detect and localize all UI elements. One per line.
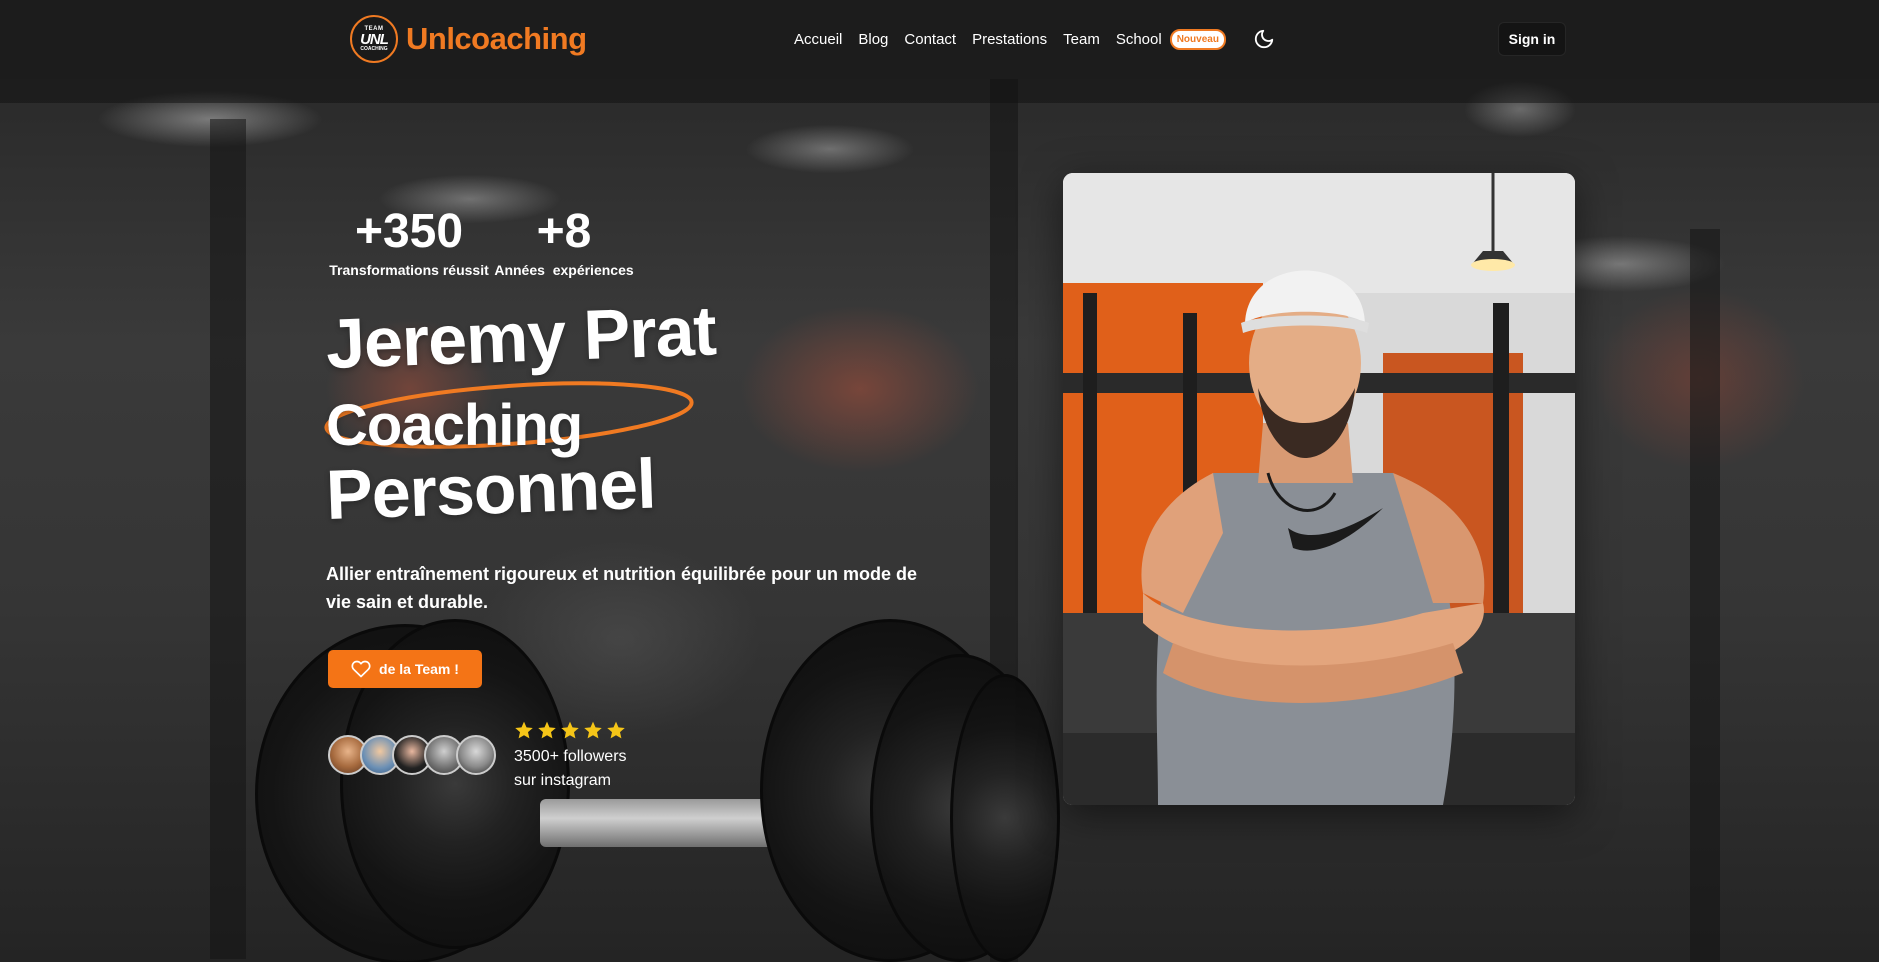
nav-school[interactable]: School bbox=[1116, 31, 1162, 48]
sign-in-button[interactable]: Sign in bbox=[1498, 22, 1566, 56]
navbar: TEAM UNL COACHING Unlcoaching Accueil Bl… bbox=[0, 0, 1879, 79]
logo-link[interactable]: TEAM UNL COACHING Unlcoaching bbox=[350, 14, 587, 64]
heart-icon bbox=[351, 660, 371, 678]
logo-badge-line-2: UNL bbox=[360, 31, 389, 48]
nav-contact[interactable]: Contact bbox=[904, 31, 956, 48]
nav-accueil[interactable]: Accueil bbox=[794, 31, 842, 48]
background-beam bbox=[0, 79, 1879, 103]
moon-icon bbox=[1254, 29, 1274, 49]
hero-title-line-1: Jeremy Prat bbox=[324, 291, 717, 383]
coach-photo-illustration bbox=[1063, 173, 1575, 805]
stat-label: Années expériences bbox=[494, 262, 634, 278]
nav-prestations[interactable]: Prestations bbox=[972, 31, 1047, 48]
logo-badge: TEAM UNL COACHING bbox=[350, 15, 398, 63]
join-team-button[interactable]: de la Team ! bbox=[328, 650, 482, 688]
hero-subtitle: Allier entraînement rigoureux et nutriti… bbox=[326, 564, 918, 612]
followers-text: 3500+ followers sur instagram bbox=[514, 745, 627, 793]
star-icon bbox=[607, 721, 625, 739]
nav-team[interactable]: Team bbox=[1063, 31, 1100, 48]
background-pillar bbox=[1690, 229, 1720, 962]
coach-photo bbox=[1063, 173, 1575, 805]
star-icon bbox=[538, 721, 556, 739]
stat-transformations: +350 Transformations réussit bbox=[326, 205, 492, 279]
logo-badge-line-3: COACHING bbox=[360, 46, 388, 52]
nav-school-group: School Nouveau bbox=[1116, 28, 1226, 50]
theme-toggle-button[interactable] bbox=[1252, 27, 1276, 51]
join-team-label: de la Team ! bbox=[379, 661, 459, 677]
star-icon bbox=[515, 721, 533, 739]
stat-value: +350 bbox=[354, 205, 464, 258]
star-icon bbox=[584, 721, 602, 739]
follower-avatars bbox=[328, 735, 496, 775]
main-nav: Accueil Blog Contact Prestations Team Sc… bbox=[794, 25, 1226, 53]
nouveau-badge: Nouveau bbox=[1169, 28, 1226, 50]
stat-experience: +8 Années expériences bbox=[494, 205, 634, 279]
brand-name: Unlcoaching bbox=[406, 21, 587, 56]
background-pillar bbox=[210, 119, 246, 959]
stat-label: Transformations réussit bbox=[329, 262, 489, 278]
hero-title-line-3: Personnel bbox=[324, 444, 657, 534]
hero-background bbox=[0, 79, 1879, 962]
followers-platform: sur instagram bbox=[514, 772, 611, 789]
nav-blog[interactable]: Blog bbox=[858, 31, 888, 48]
dumbbell-plate bbox=[950, 674, 1060, 962]
avatar bbox=[456, 735, 496, 775]
star-icon bbox=[561, 721, 579, 739]
followers-count: 3500+ followers bbox=[514, 748, 627, 765]
stat-value: +8 bbox=[536, 205, 592, 258]
rating-stars bbox=[514, 720, 626, 740]
